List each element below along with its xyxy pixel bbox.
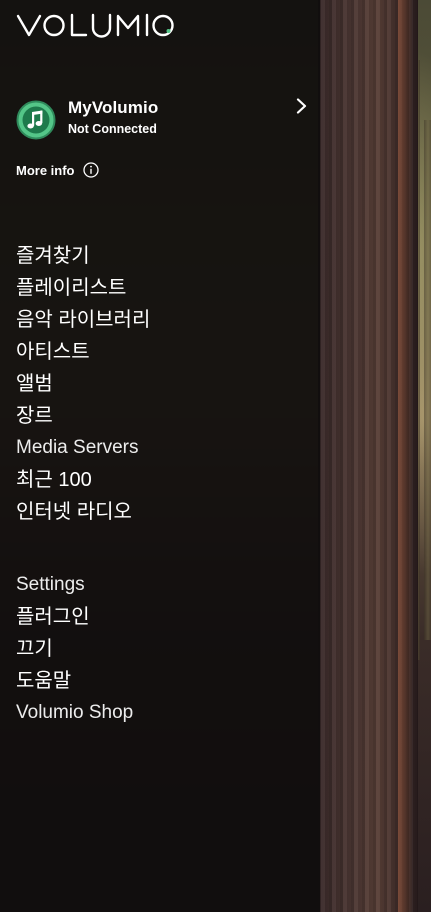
secondary-navigation: Settings 플러그인 끄기 도움말 Volumio Shop — [16, 569, 133, 729]
main-navigation: 즐겨찾기 플레이리스트 음악 라이브러리 아티스트 앨범 장르 Media Se… — [16, 240, 150, 528]
more-info-link[interactable]: More info — [16, 160, 99, 180]
menu-item-favorites[interactable]: 즐겨찾기 — [16, 240, 150, 272]
tree-trunk-highlight — [398, 0, 412, 912]
myvolumio-account-button[interactable]: MyVolumio Not Connected — [16, 98, 312, 142]
more-info-label: More info — [16, 162, 75, 178]
chevron-right-icon[interactable] — [294, 98, 308, 114]
info-icon — [82, 162, 99, 178]
music-note-icon — [16, 100, 56, 140]
menu-item-settings[interactable]: Settings — [16, 569, 133, 601]
menu-item-plugins[interactable]: 플러그인 — [16, 601, 133, 633]
sidebar-menu: MyVolumio Not Connected More info 즐겨찾기 플… — [0, 0, 320, 912]
menu-item-help[interactable]: 도움말 — [16, 665, 133, 697]
menu-item-artists[interactable]: 아티스트 — [16, 336, 150, 368]
menu-item-genres[interactable]: 장르 — [16, 400, 150, 432]
menu-item-volumio-shop[interactable]: Volumio Shop — [16, 697, 133, 729]
menu-item-shutdown[interactable]: 끄기 — [16, 633, 133, 665]
menu-item-music-library[interactable]: 음악 라이브러리 — [16, 304, 150, 336]
account-name: MyVolumio — [68, 98, 159, 117]
menu-item-media-servers[interactable]: Media Servers — [16, 432, 150, 464]
volumio-logo[interactable] — [16, 10, 176, 40]
menu-item-web-radio[interactable]: 인터넷 라디오 — [16, 496, 150, 528]
background-tree — [424, 120, 431, 640]
menu-item-playlists[interactable]: 플레이리스트 — [16, 272, 150, 304]
menu-item-last-100[interactable]: 최근 100 — [16, 464, 150, 496]
menu-item-albums[interactable]: 앨범 — [16, 368, 150, 400]
connection-status: Not Connected — [68, 122, 157, 136]
